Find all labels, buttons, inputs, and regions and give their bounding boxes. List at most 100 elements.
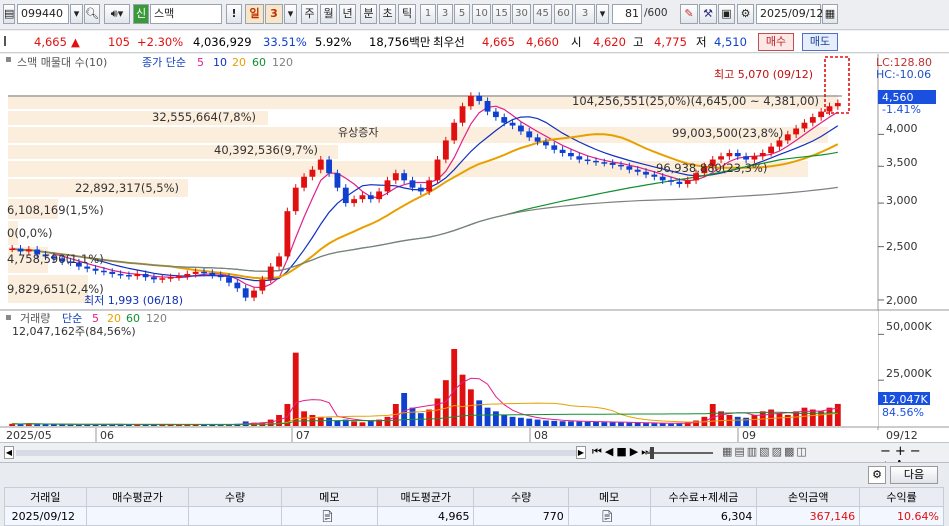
legend-title[interactable]: 스맥 매물대 수(10) <box>17 56 107 69</box>
search-icon[interactable]: 🔍︎ <box>84 4 100 24</box>
stock-code-input[interactable]: 099440 <box>17 4 69 24</box>
candle-body <box>526 131 533 138</box>
scroll-right-icon[interactable]: ▶ <box>576 446 586 459</box>
low-label: 저 <box>696 35 707 49</box>
minute-30-button[interactable]: 30 <box>512 4 531 24</box>
candle-body <box>251 290 257 298</box>
interval-dropdown-icon[interactable]: ▾ <box>596 4 609 24</box>
price-tick-2500: 2,500 <box>886 240 918 253</box>
minute-1-button[interactable]: 1 <box>420 4 436 24</box>
ask-price: 4,665 <box>482 35 515 49</box>
candle-body <box>751 156 758 160</box>
code-dropdown-icon[interactable]: ▾ <box>70 4 83 24</box>
col-buy-memo: 메모 <box>280 487 379 507</box>
minute-15-button[interactable]: 15 <box>492 4 511 24</box>
period-minute-button[interactable]: 분 <box>360 4 377 24</box>
candle-body <box>626 166 633 170</box>
date-field[interactable]: 2025/09/12 <box>756 4 823 24</box>
panel-settings-gear-icon[interactable]: ⚙ <box>868 466 886 484</box>
save-icon[interactable]: ▣ <box>718 4 735 24</box>
vp-label-7: 6,108,169(1,5%) <box>7 203 104 217</box>
zoom-slider[interactable] <box>645 452 713 454</box>
legend-ma-label[interactable]: 종가 단순 <box>142 56 186 69</box>
candle-body <box>334 173 341 188</box>
legend-ma20[interactable]: 20 <box>232 56 246 69</box>
table-row[interactable]: 2025/09/12 📄︎ 4,965 770 📄︎ 6,304 367,146… <box>4 506 944 526</box>
volume-legend-handle-icon[interactable] <box>6 315 11 320</box>
settings-gear-icon[interactable]: ⚙ <box>737 4 754 24</box>
view-tools-icon[interactable]: ▦▤▥▧▨▩◫ <box>722 445 809 458</box>
volume-bar <box>834 403 841 426</box>
next-button[interactable]: 다음 <box>890 466 938 484</box>
candle-body <box>476 95 483 101</box>
collapse-handle-icon[interactable] <box>4 36 12 46</box>
candle-body <box>167 277 174 279</box>
volume-legend-ma-label[interactable]: 단순 <box>62 312 82 325</box>
sound-icon[interactable]: 🔊︎▾ <box>104 4 130 24</box>
volume-bar <box>643 423 649 426</box>
candle-body <box>734 152 741 157</box>
scroll-track[interactable] <box>16 450 576 456</box>
jong-badge[interactable]: 신 <box>133 4 149 24</box>
buy-memo-icon[interactable]: 📄︎ <box>280 506 379 526</box>
legend-ma5[interactable]: 5 <box>197 56 204 69</box>
minute-5-button[interactable]: 5 <box>454 4 470 24</box>
sell-button[interactable]: 매도 <box>802 33 838 51</box>
calendar-icon[interactable]: ▦ <box>822 4 838 24</box>
volume-legend-ma60[interactable]: 60 <box>126 312 140 325</box>
period-day-button[interactable]: 일 <box>245 4 264 24</box>
candle-body <box>409 180 416 188</box>
buy-button[interactable]: 매수 <box>758 33 794 51</box>
volume-legend-ma5[interactable]: 5 <box>92 312 99 325</box>
period-tick-button[interactable]: 틱 <box>398 4 416 24</box>
volume-bar <box>401 393 408 426</box>
vp-label-6: 22,892,317(5,5%) <box>75 181 179 195</box>
period-week-button[interactable]: 주 <box>301 4 318 24</box>
high-label: 고 <box>633 35 644 49</box>
candle-body <box>276 256 282 267</box>
current-price: 4,665 <box>34 35 67 49</box>
candle-body <box>100 270 107 273</box>
custom-interval-field[interactable]: 3 <box>575 4 595 24</box>
volume-bar <box>709 404 716 426</box>
chart-tool-icon[interactable]: ✎ <box>680 4 698 24</box>
period-year-button[interactable]: 년 <box>339 4 356 24</box>
scroll-bar[interactable]: ◀ ▶ ⏮◀■▶⏭ ▦▤▥▧▨▩◫ −+−+A <box>0 442 949 474</box>
candle-body <box>242 288 249 298</box>
period-month-button[interactable]: 월 <box>320 4 337 24</box>
stock-name-field[interactable]: 스맥 <box>150 4 222 24</box>
volume-bar <box>809 409 816 426</box>
volume-legend-title[interactable]: 거래량 <box>20 312 50 325</box>
cell-pnl: 367,146 <box>756 506 861 526</box>
volume-legend-ma120[interactable]: 120 <box>146 312 167 325</box>
chart-svg[interactable]: 104,256,551(25,0%)(4,645,00 ~ 4,381,00) … <box>0 54 949 442</box>
period-second-button[interactable]: 초 <box>379 4 396 24</box>
candle-body <box>84 266 91 269</box>
up-arrow-icon: ▲ <box>71 35 80 49</box>
volume-legend-ma20[interactable]: 20 <box>107 312 121 325</box>
display-count-input[interactable]: 81 <box>612 4 642 24</box>
menu-toggle-icon[interactable]: ▤ <box>3 4 15 24</box>
period-dropdown-icon[interactable]: ▾ <box>284 4 297 24</box>
minute-60-button[interactable]: 60 <box>554 4 573 24</box>
candle-body <box>301 176 307 188</box>
chart-area[interactable]: 104,256,551(25,0%)(4,645,00 ~ 4,381,00) … <box>0 54 949 442</box>
minute-10-button[interactable]: 10 <box>472 4 491 24</box>
legend-ma60[interactable]: 60 <box>252 56 266 69</box>
volume-bar <box>126 424 132 426</box>
volume-tick-25000: 25,000K <box>886 367 932 380</box>
minute-3-button[interactable]: 3 <box>437 4 453 24</box>
indicator-icon[interactable]: ⚒ <box>699 4 717 24</box>
minute-45-button[interactable]: 45 <box>533 4 552 24</box>
legend-handle-icon[interactable] <box>6 57 11 62</box>
scroll-left-icon[interactable]: ◀ <box>4 446 14 459</box>
alert-button[interactable]: ! <box>226 4 242 24</box>
candle-body <box>134 273 141 277</box>
legend-ma120[interactable]: 120 <box>272 56 293 69</box>
sell-memo-icon[interactable]: 📄︎ <box>567 506 651 526</box>
candle-body <box>92 268 99 271</box>
zoom-slider-thumb[interactable] <box>650 447 654 459</box>
period-day-count[interactable]: 3 <box>265 4 283 24</box>
legend-ma10[interactable]: 10 <box>213 56 227 69</box>
col-buy-qty: 수량 <box>188 487 282 507</box>
